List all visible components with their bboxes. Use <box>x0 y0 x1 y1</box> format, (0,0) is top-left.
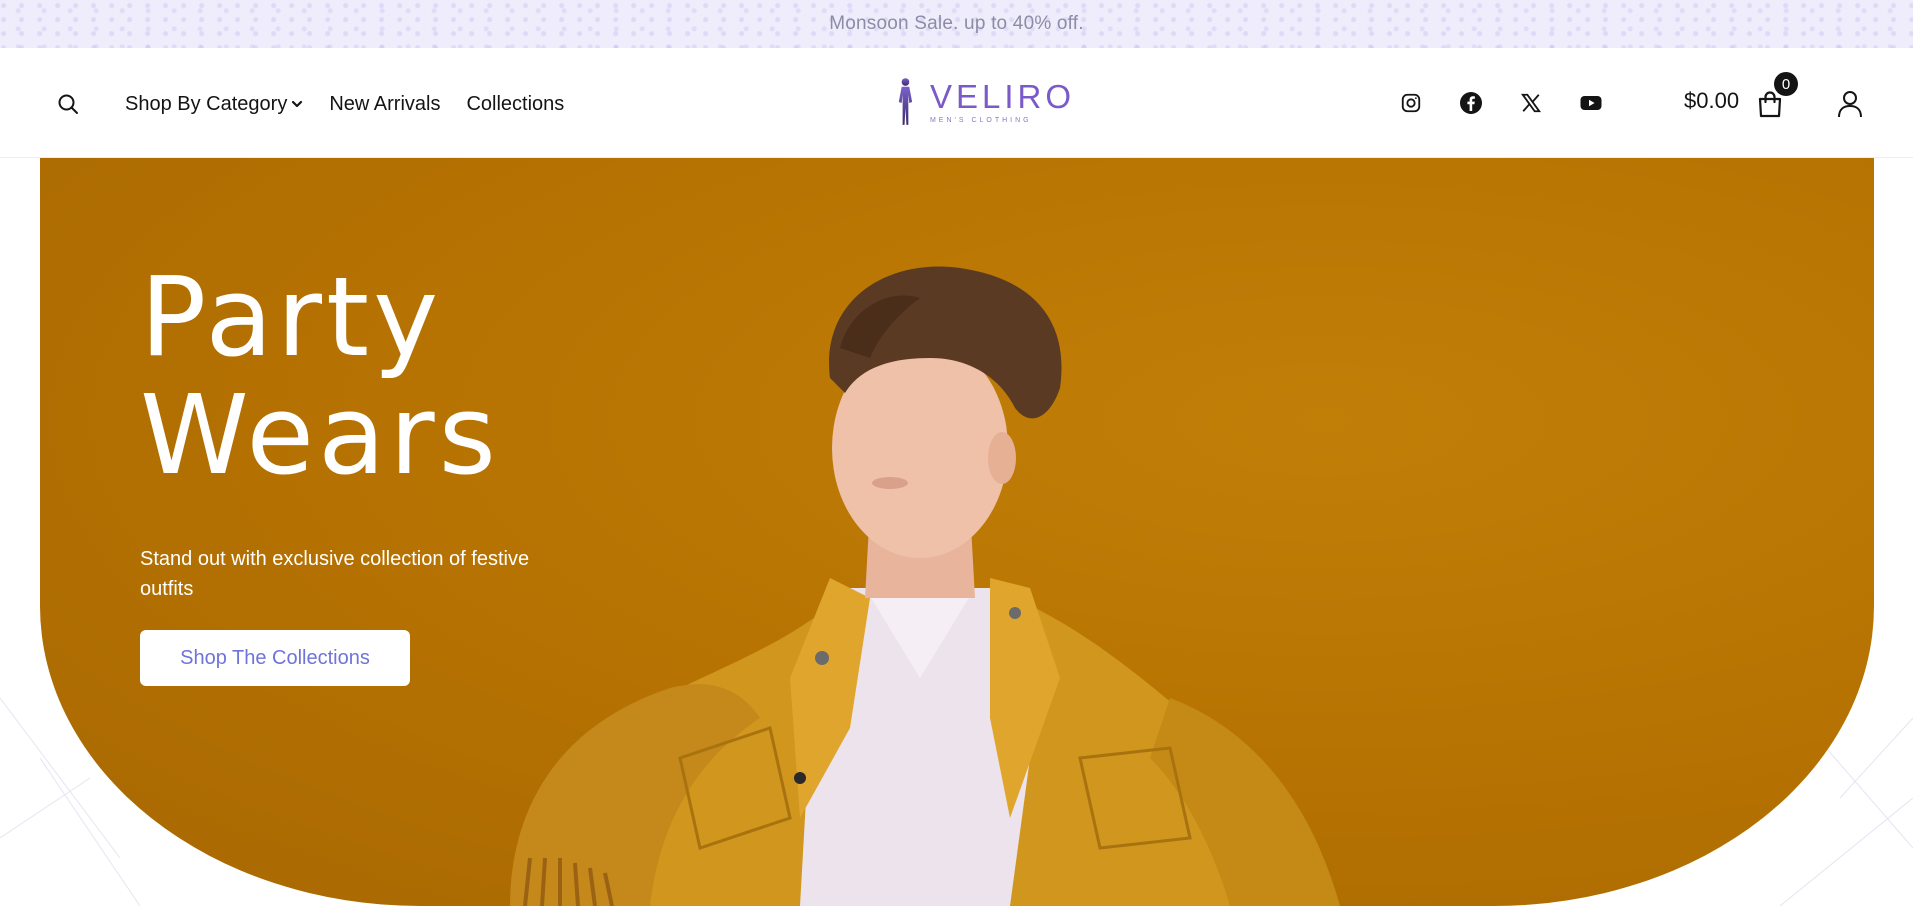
site-logo[interactable]: VELIRO MEN'S CLOTHING <box>895 74 1075 130</box>
shop-collections-button[interactable]: Shop The Collections <box>140 630 410 686</box>
instagram-icon <box>1401 93 1421 113</box>
main-nav: Shop By Category New Arrivals Collection… <box>125 88 564 120</box>
logo-tagline: MEN'S CLOTHING <box>929 117 1032 124</box>
x-link[interactable] <box>1514 86 1548 120</box>
nav-shop-by-category-label: Shop By Category <box>125 92 288 115</box>
hero-subtitle: Stand out with exclusive collection of f… <box>140 548 530 600</box>
announcement-text: Monsoon Sale. up to 40% off. <box>829 13 1084 34</box>
x-icon <box>1520 93 1542 113</box>
shop-collections-button-label: Shop The Collections <box>180 646 370 669</box>
youtube-link[interactable] <box>1574 86 1608 120</box>
cart-count-badge: 0 <box>1774 72 1798 96</box>
hero-title-line2: Wears <box>140 371 500 499</box>
search-button[interactable] <box>52 88 84 120</box>
instagram-link[interactable] <box>1394 86 1428 120</box>
facebook-link[interactable] <box>1454 86 1488 120</box>
nav-shop-by-category[interactable]: Shop By Category <box>125 93 303 116</box>
announcement-bar: Monsoon Sale. up to 40% off. <box>0 0 1913 48</box>
youtube-icon <box>1580 96 1602 110</box>
hero-model-image <box>510 266 1340 906</box>
hero-banner: Party Wears Stand out with exclusive col… <box>40 158 1874 906</box>
cart-amount: $0.00 <box>1684 88 1740 113</box>
chevron-down-icon <box>292 100 303 108</box>
site-header: Shop By Category New Arrivals Collection… <box>0 48 1913 158</box>
account-button[interactable] <box>1832 86 1868 122</box>
hero-title: Party Wears <box>140 258 500 494</box>
logo-name: VELIRO <box>929 78 1075 115</box>
nav-new-arrivals[interactable]: New Arrivals <box>329 93 440 116</box>
user-icon <box>1838 91 1862 118</box>
mannequin-logo-icon <box>898 78 913 125</box>
search-icon <box>58 94 78 114</box>
hero-title-line1: Party <box>140 253 443 381</box>
nav-collections[interactable]: Collections <box>466 93 564 116</box>
facebook-icon <box>1460 92 1482 114</box>
nav-new-arrivals-label: New Arrivals <box>329 92 441 115</box>
nav-collections-label: Collections <box>466 92 565 115</box>
